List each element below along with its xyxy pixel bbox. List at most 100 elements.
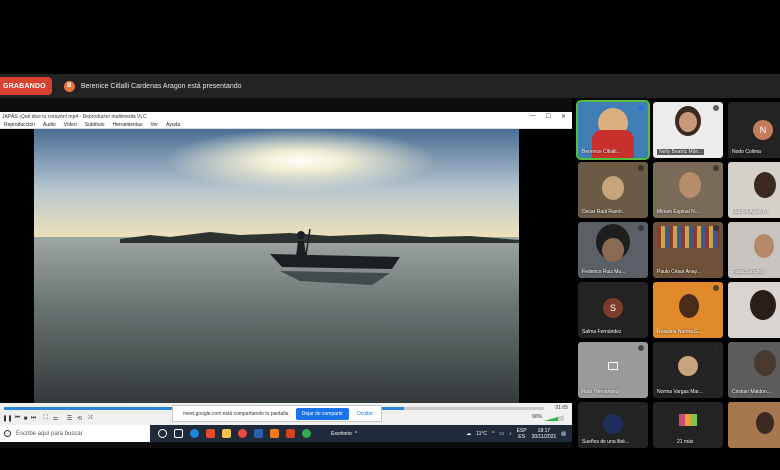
- playlist-icon[interactable]: ☰: [66, 415, 73, 422]
- participant-tile[interactable]: Rubí Hernández: [578, 342, 648, 398]
- stop-sharing-button[interactable]: Dejar de compartir: [295, 407, 349, 420]
- mic-muted-icon: [713, 165, 719, 171]
- taskbar-desktop[interactable]: Escritorio ^: [331, 431, 357, 437]
- volume-icon[interactable]: ♪: [509, 431, 512, 437]
- recording-badge[interactable]: GRABANDO: [0, 77, 52, 95]
- more-participants-icon: [679, 414, 697, 426]
- sun-glow: [34, 129, 519, 241]
- system-tray: ☁ 11°C ^ ▭ ♪ ESP ES 18:17 20/11/2021 ▤: [466, 428, 572, 440]
- participant-tile[interactable]: Paulo César Anay...: [653, 222, 723, 278]
- participant-name: Paulo César Anay...: [657, 269, 701, 275]
- minimize-icon[interactable]: —: [530, 113, 536, 120]
- participant-tile[interactable]: Oscar Raúl Ramír...: [578, 162, 648, 218]
- chrome-icon[interactable]: [238, 429, 247, 438]
- tray-arrow-icon[interactable]: ^: [492, 431, 494, 437]
- share-notice: meet.google.com está compartiendo tu pan…: [172, 405, 382, 422]
- loop-icon[interactable]: ⟲: [76, 415, 83, 422]
- cloud-icon: ☁: [466, 430, 472, 437]
- participant-tile[interactable]: Rosa Sánchez: [728, 222, 780, 278]
- participant-name: Rosa Sánchez: [732, 269, 765, 275]
- maximize-icon[interactable]: ☐: [546, 113, 551, 120]
- participant-video: [679, 294, 699, 318]
- participant-video: [679, 172, 701, 198]
- participant-tile[interactable]: Rosalina Norma G...: [653, 282, 723, 338]
- menu-ver[interactable]: Ver: [151, 122, 159, 128]
- close-icon[interactable]: ✕: [561, 113, 566, 120]
- participant-tile[interactable]: Nelly Beatriz Món...: [653, 102, 723, 158]
- language-code: ESP: [516, 427, 527, 434]
- windows-taskbar: Escribe aquí para buscar Escritorio ^ ☁: [0, 425, 572, 442]
- participant-name: Federico Ruiz Mu...: [582, 269, 626, 275]
- edge-icon[interactable]: [190, 429, 199, 438]
- powerpoint-icon[interactable]: [286, 429, 295, 438]
- participant-name: Oscar Raúl Ramír...: [582, 209, 626, 215]
- participant-video-face: [602, 238, 624, 262]
- shared-screen: JAPÁS ¡Qué dice tu corazón!.mp4 - Reprod…: [0, 98, 572, 448]
- shuffle-icon[interactable]: ⤨: [86, 415, 93, 422]
- menu-audio[interactable]: Audio: [43, 122, 56, 128]
- vlc-window-title: JAPÁS ¡Qué dice tu corazón!.mp4 - Reprod…: [2, 113, 147, 120]
- search-placeholder: Escribe aquí para buscar: [16, 430, 83, 437]
- network-icon[interactable]: ▭: [499, 431, 504, 437]
- vlc-icon[interactable]: [270, 429, 279, 438]
- participant-tile[interactable]: Sueños de una libé...: [578, 402, 648, 448]
- mic-muted-icon: [713, 105, 719, 111]
- menu-herramientas[interactable]: Herramientas: [112, 122, 142, 128]
- video-frame[interactable]: [0, 129, 572, 403]
- taskbar-clock[interactable]: 18:17 20/11/2021: [532, 428, 557, 440]
- word-icon[interactable]: [254, 429, 263, 438]
- chevron-up-icon[interactable]: ^: [355, 431, 357, 437]
- participant-video-face: [679, 112, 697, 132]
- participant-avatar: [603, 414, 623, 434]
- previous-icon[interactable]: ⏮: [14, 415, 21, 422]
- participant-tile[interactable]: Miriam Espinal N...: [653, 162, 723, 218]
- vlc-menubar: Reproducción Audio Vídeo Subtítulo Herra…: [0, 121, 572, 129]
- chrome-alt-icon[interactable]: [302, 429, 311, 438]
- language-indicator[interactable]: ESP ES: [517, 428, 527, 440]
- extended-settings-icon[interactable]: ⚌: [52, 415, 59, 422]
- participant-name: Rubí Hernández: [582, 389, 619, 395]
- lake-water: [34, 237, 519, 403]
- participant-tile[interactable]: [728, 402, 780, 448]
- taskbar-search[interactable]: Escribe aquí para buscar: [0, 425, 150, 442]
- cortana-icon[interactable]: [158, 429, 167, 438]
- menu-subtitulo[interactable]: Subtítulo: [85, 122, 105, 128]
- menu-video[interactable]: Vídeo: [64, 122, 77, 128]
- office-icon[interactable]: [206, 429, 215, 438]
- volume-label: 90%: [531, 414, 542, 420]
- stop-icon[interactable]: ■: [22, 415, 29, 422]
- participant-tile[interactable]: S Salma Fernández: [578, 282, 648, 338]
- menu-ayuda[interactable]: Ayuda: [166, 122, 180, 128]
- participant-avatar: N: [753, 120, 773, 140]
- participant-tile[interactable]: Norma Vargas Mar...: [653, 342, 723, 398]
- mic-muted-icon: [638, 345, 644, 351]
- participant-tile[interactable]: Maricel Ayala A...: [728, 162, 780, 218]
- task-view-icon[interactable]: [174, 429, 183, 438]
- more-participants-label: 21 más: [677, 439, 694, 445]
- participant-tile[interactable]: Berenice Citlalli...: [576, 100, 650, 160]
- more-participants-tile[interactable]: 21 más: [653, 402, 723, 448]
- participant-gallery: Berenice Citlalli... Nelly Beatriz Món..…: [576, 98, 780, 448]
- menu-reproduccion[interactable]: Reproducción: [4, 122, 35, 128]
- pause-icon[interactable]: ❚❚: [2, 415, 12, 422]
- raise-hand-icon: [638, 105, 644, 111]
- volume-slider[interactable]: [544, 415, 564, 421]
- file-explorer-icon[interactable]: [222, 429, 231, 438]
- participant-tile[interactable]: Federico Ruiz Mu...: [578, 222, 648, 278]
- playback-time: 01:05: [555, 405, 568, 411]
- participant-video-bookshelf: [657, 226, 719, 248]
- share-notice-text: meet.google.com está compartiendo tu pan…: [183, 410, 290, 417]
- fullscreen-icon[interactable]: ⛶: [42, 415, 49, 422]
- window-controls: — ☐ ✕: [530, 113, 572, 120]
- participant-name: Salma Fernández: [582, 329, 622, 335]
- hide-button[interactable]: Ocultar: [357, 411, 373, 417]
- participant-video: [756, 412, 774, 434]
- temperature[interactable]: 11°C: [476, 431, 487, 437]
- notifications-icon[interactable]: ▤: [561, 431, 566, 437]
- next-icon[interactable]: ⏭: [30, 415, 37, 422]
- participant-tile[interactable]: N Nodo Colima: [728, 102, 780, 158]
- clock-date: 20/11/2021: [531, 433, 557, 440]
- participant-avatar: [678, 356, 698, 376]
- participant-tile[interactable]: Cristian Maldon...: [728, 342, 780, 398]
- participant-tile[interactable]: [728, 282, 780, 338]
